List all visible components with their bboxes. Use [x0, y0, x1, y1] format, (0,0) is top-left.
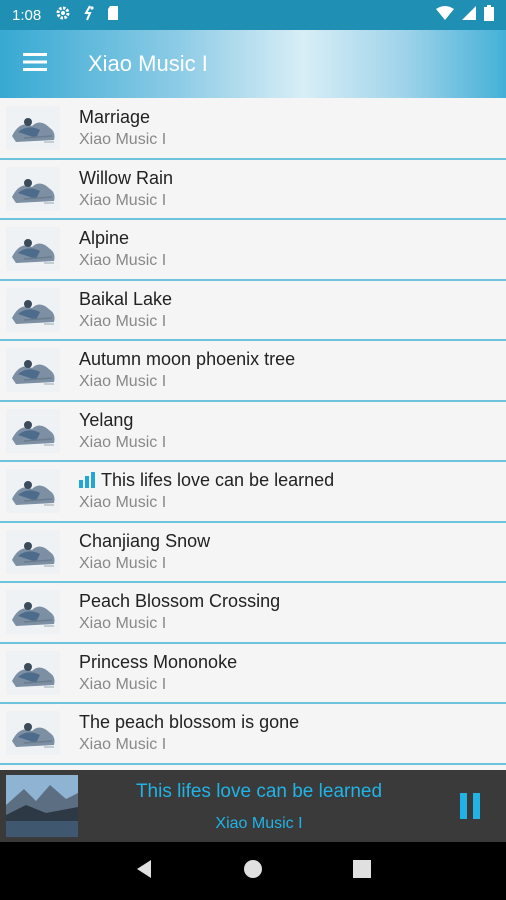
pause-icon: [473, 793, 480, 819]
song-thumbnail: [6, 469, 60, 514]
song-artist: Xiao Music I: [79, 615, 167, 633]
now-playing-artist: Xiao Music I: [215, 815, 303, 832]
song-artist: Xiao Music I: [79, 373, 167, 391]
song-title: Princess Mononoke: [79, 651, 238, 672]
song-list[interactable]: Marriage Xiao Music I Willow Rain Xiao Musi…: [0, 99, 506, 769]
menu-button[interactable]: [0, 30, 70, 98]
song-row[interactable]: Chanjiang Snow Xiao Music I: [0, 523, 506, 583]
app-title: Xiao Music I: [88, 51, 208, 76]
song-thumbnail: [6, 590, 60, 635]
song-thumbnail: [6, 650, 60, 695]
song-thumbnail: [6, 408, 60, 453]
back-button[interactable]: [124, 851, 164, 891]
song-row[interactable]: Willow Rain Xiao Music I: [0, 160, 506, 220]
song-title: Autumn moon phoenix tree: [79, 349, 296, 370]
back-icon: [135, 859, 153, 884]
song-artist: Xiao Music I: [79, 131, 167, 149]
song-row[interactable]: Alpine Xiao Music I: [0, 220, 506, 281]
home-icon: [243, 859, 263, 884]
song-thumbnail: [6, 166, 60, 211]
song-thumbnail: [6, 348, 60, 393]
song-artist: Xiao Music I: [79, 554, 167, 572]
status-bar: 1:08: [0, 0, 506, 30]
signal-icon: [462, 5, 476, 25]
home-button[interactable]: [233, 851, 273, 891]
song-title: Yelang: [79, 409, 134, 430]
recents-icon: [352, 859, 371, 883]
pause-button[interactable]: [440, 776, 500, 836]
hamburger-icon: [23, 52, 47, 76]
song-row[interactable]: Peach Blossom Crossing Xiao Music I: [0, 583, 506, 644]
song-row[interactable]: Yelang Xiao Music I: [0, 402, 506, 462]
equalizer-icon: [79, 472, 95, 489]
song-thumbnail: [6, 529, 60, 574]
song-artist: Xiao Music I: [79, 736, 167, 754]
song-artist: Xiao Music I: [79, 433, 167, 451]
song-thumbnail: [6, 287, 60, 332]
gear-icon: [55, 5, 71, 26]
song-artist: Xiao Music I: [79, 191, 167, 209]
song-row[interactable]: The peach blossom is gone Xiao Music I: [0, 704, 506, 765]
app-bar: Xiao Music I: [0, 30, 506, 98]
status-time: 1:08: [12, 6, 42, 24]
pause-icon: [460, 793, 467, 819]
song-artist: Xiao Music I: [79, 494, 167, 512]
song-artist: Xiao Music I: [79, 312, 167, 330]
song-row[interactable]: This lifes love can be learned Xiao Music…: [0, 462, 506, 523]
song-row[interactable]: Autumn moon phoenix tree Xiao Music I: [0, 341, 506, 402]
song-title: Baikal Lake: [79, 288, 173, 309]
song-row[interactable]: Baikal Lake Xiao Music I: [0, 281, 506, 341]
song-title: Marriage: [79, 107, 151, 128]
song-artist: Xiao Music I: [79, 675, 167, 693]
song-thumbnail: [6, 711, 60, 756]
song-title: The peach blossom is gone: [79, 712, 300, 733]
song-title: Chanjiang Snow: [79, 530, 211, 551]
now-playing-bar[interactable]: This lifes love can be learned Xiao Musi…: [0, 770, 506, 842]
wifi-icon: [436, 5, 454, 25]
song-artist: Xiao Music I: [79, 252, 167, 270]
song-row[interactable]: Marriage Xiao Music I: [0, 99, 506, 160]
song-title: Willow Rain: [79, 167, 174, 188]
song-title: Peach Blossom Crossing: [79, 591, 281, 612]
activity-icon: [81, 5, 97, 26]
now-playing-title: This lifes love can be learned: [135, 781, 383, 802]
now-playing-cover[interactable]: [6, 775, 78, 837]
song-row[interactable]: Princess Mononoke Xiao Music I: [0, 644, 506, 704]
recents-button[interactable]: [342, 851, 382, 891]
sd-card-icon: [107, 5, 119, 26]
song-thumbnail: [6, 227, 60, 272]
navigation-bar: [0, 842, 506, 900]
song-thumbnail: [6, 106, 60, 151]
song-title: This lifes love can be learned: [101, 470, 335, 491]
battery-icon: [484, 4, 494, 26]
song-title: Alpine: [79, 228, 130, 249]
